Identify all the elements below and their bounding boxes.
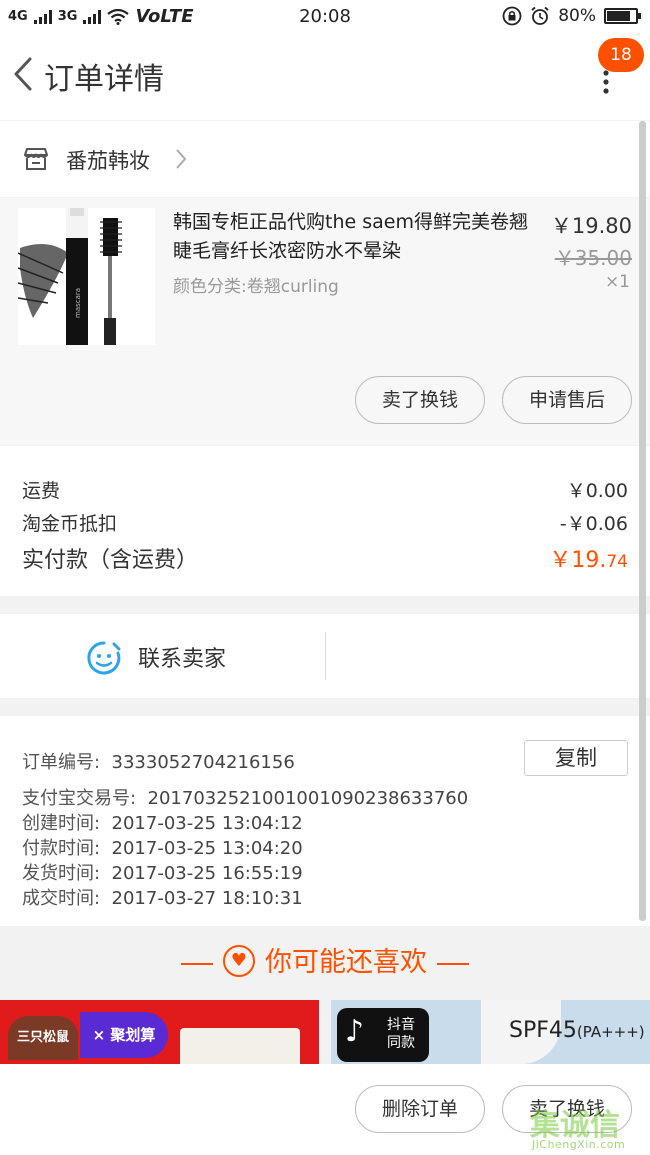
douyin-line1: 抖音 bbox=[387, 1017, 415, 1033]
contact-seller-section: 联系卖家 bbox=[0, 614, 650, 698]
product-title[interactable]: 韩国专柜正品代购the saem得鲜完美卷翘睫毛膏纤长浓密防水不晕染 bbox=[173, 208, 538, 266]
copy-button[interactable]: 复制 bbox=[524, 740, 628, 776]
alipay-trade-label: 支付宝交易号: bbox=[22, 788, 137, 809]
product-goods-image bbox=[180, 1028, 300, 1064]
shipped-time-label: 发货时间: bbox=[22, 863, 101, 884]
douyin-badge-text: 抖音 同款 bbox=[387, 1016, 415, 1052]
recommend-title: 你可能还喜欢 bbox=[0, 940, 650, 980]
total-paid-row: 实付款（含运费） ￥19.74 bbox=[22, 542, 628, 574]
shipping-label: 运费 bbox=[22, 480, 61, 502]
chat-face-icon[interactable] bbox=[86, 640, 122, 676]
heart-icon bbox=[223, 944, 255, 977]
completed-time: 2017-03-27 18:10:31 bbox=[111, 888, 303, 909]
shop-row[interactable]: 番茄韩妆 bbox=[0, 121, 650, 197]
product-variant: 颜色分类:卷翘curling bbox=[173, 277, 339, 297]
juhuasuan-tag: × 聚划算 bbox=[80, 1012, 168, 1058]
mascara-image: mascara bbox=[17, 208, 155, 345]
recommend-banners: 三只松鼠 × 聚划算 ♪ 抖音同款 SPF45(PA+++) bbox=[0, 1000, 650, 1064]
alarm-icon bbox=[531, 6, 549, 25]
order-number: 3333052704216156 bbox=[111, 752, 295, 773]
shipped-time-row: 发货时间: 2017-03-25 16:55:19 bbox=[22, 859, 303, 885]
spf-value: SPF45 bbox=[509, 1018, 577, 1043]
product-quantity: ×1 bbox=[604, 272, 630, 292]
shipped-time: 2017-03-25 16:55:19 bbox=[111, 863, 303, 884]
juhuasuan-label: 聚划算 bbox=[110, 1026, 156, 1044]
completed-time-row: 成交时间: 2017-03-27 18:10:31 bbox=[22, 884, 303, 910]
status-right: 80% bbox=[502, 6, 641, 26]
order-number-row: 订单编号: 3333052704216156 bbox=[22, 748, 295, 774]
douyin-badge: ♪ 抖音同款 bbox=[337, 1008, 429, 1062]
shipping-row: 运费 ￥0.00 bbox=[22, 476, 628, 503]
sell-for-cash-button[interactable]: 卖了换钱 bbox=[355, 376, 485, 424]
shop-name[interactable]: 番茄韩妆 bbox=[66, 145, 150, 175]
apply-after-sale-button[interactable]: 申请售后 bbox=[502, 376, 632, 424]
total-paid-main: ￥19. bbox=[549, 548, 607, 573]
created-time-label: 创建时间: bbox=[22, 813, 101, 834]
recommend-header: 你可能还喜欢 bbox=[0, 926, 650, 996]
order-number-label: 订单编号: bbox=[22, 752, 101, 773]
store-icon bbox=[24, 148, 48, 170]
music-note-icon: ♪ bbox=[345, 1014, 365, 1049]
product-original-price: ￥35.00 bbox=[554, 246, 632, 270]
paid-time-label: 付款时间: bbox=[22, 838, 101, 859]
created-time: 2017-03-25 13:04:12 bbox=[111, 813, 303, 834]
contact-seller-button[interactable]: 联系卖家 bbox=[138, 641, 226, 673]
product-price: ￥19.80 bbox=[550, 214, 632, 238]
coin-deduction-row: 淘金币抵扣 -￥0.06 bbox=[22, 509, 628, 536]
page-title: 订单详情 bbox=[44, 62, 164, 97]
douyin-line2: 同款 bbox=[387, 1035, 415, 1051]
back-arrow-icon[interactable] bbox=[8, 54, 38, 94]
chevron-right-icon bbox=[176, 149, 187, 169]
watermark-url: JiChengXin.com bbox=[532, 1138, 626, 1151]
more-menu-icon[interactable] bbox=[596, 70, 616, 94]
total-paid-decimal: 74 bbox=[606, 552, 628, 572]
recommend-dash-left bbox=[181, 962, 213, 965]
order-info-section: 订单编号: 3333052704216156 复制 支付宝交易号: 201703… bbox=[0, 716, 650, 926]
divider bbox=[325, 632, 326, 680]
battery-icon bbox=[604, 8, 641, 24]
site-watermark: 集诚信 JiChengXin.com bbox=[530, 1100, 648, 1154]
svg-text:mascara: mascara bbox=[74, 288, 82, 318]
coin-deduction-label: 淘金币抵扣 bbox=[22, 513, 118, 535]
app-header: 订单详情 18 bbox=[0, 34, 650, 120]
three-squirrels-logo-text: 三只松鼠 bbox=[16, 1030, 69, 1045]
times-mark: × bbox=[92, 1026, 106, 1044]
battery-fill bbox=[607, 11, 630, 21]
total-paid-label: 实付款（含运费） bbox=[22, 548, 199, 573]
pa-value: (PA+++) bbox=[576, 1023, 645, 1041]
delete-order-button[interactable]: 删除订单 bbox=[355, 1085, 485, 1133]
banner-three-squirrels[interactable]: 三只松鼠 × 聚划算 bbox=[0, 1000, 319, 1064]
coin-deduction-value: -￥0.06 bbox=[559, 513, 628, 535]
banner-sunscreen[interactable]: ♪ 抖音同款 SPF45(PA+++) bbox=[331, 1000, 650, 1064]
notification-badge: 18 bbox=[598, 38, 644, 72]
paid-time: 2017-03-25 13:04:20 bbox=[111, 838, 303, 859]
created-time-row: 创建时间: 2017-03-25 13:04:12 bbox=[22, 809, 303, 835]
product-item[interactable]: mascara 韩国专柜正品代购the saem得鲜完美卷翘睫毛膏纤长浓密防水不… bbox=[0, 198, 650, 445]
alipay-trade-row: 支付宝交易号: 2017032521001001090238633760 bbox=[22, 784, 468, 810]
recommend-label: 你可能还喜欢 bbox=[265, 947, 427, 978]
recommend-dash-right bbox=[437, 962, 469, 965]
status-bar: 4G 3G VoLTE 20:08 80% bbox=[0, 0, 650, 34]
three-squirrels-logo: 三只松鼠 bbox=[8, 1016, 78, 1060]
spf-label: SPF45(PA+++) bbox=[509, 1018, 645, 1043]
rotation-lock-icon bbox=[502, 6, 522, 26]
scrollbar[interactable] bbox=[639, 121, 646, 921]
alipay-trade-number: 2017032521001001090238633760 bbox=[147, 788, 469, 809]
total-paid-value: ￥19.74 bbox=[549, 542, 628, 574]
fees-section: 运费 ￥0.00 淘金币抵扣 -￥0.06 实付款（含运费） ￥19.74 bbox=[0, 446, 650, 596]
battery-percent: 80% bbox=[558, 6, 596, 26]
completed-time-label: 成交时间: bbox=[22, 888, 101, 909]
shipping-value: ￥0.00 bbox=[566, 480, 628, 502]
paid-time-row: 付款时间: 2017-03-25 13:04:20 bbox=[22, 834, 303, 860]
product-image[interactable]: mascara bbox=[17, 208, 155, 345]
